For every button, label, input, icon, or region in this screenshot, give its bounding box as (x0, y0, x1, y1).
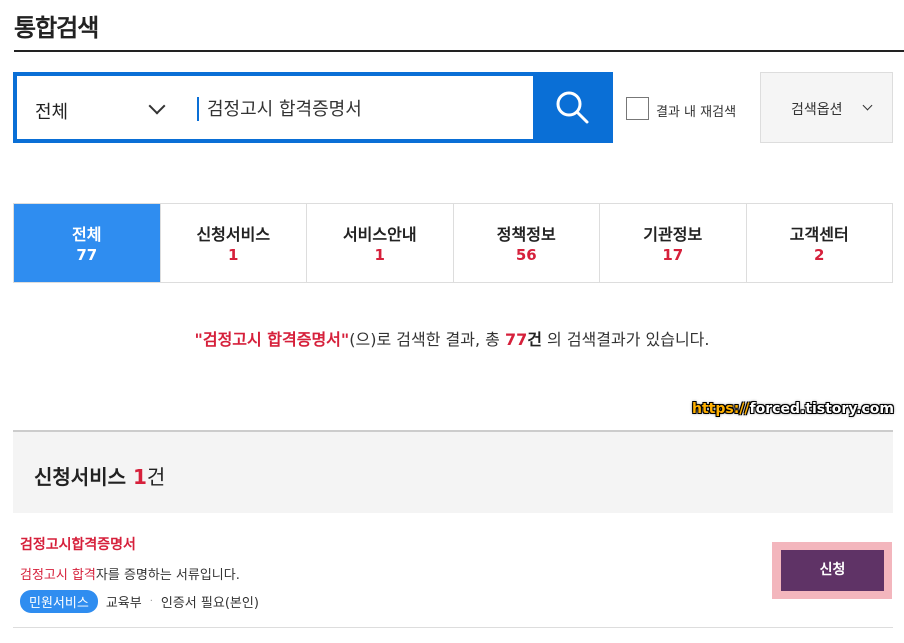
section-title: 신청서비스 1건 (34, 461, 165, 490)
search-input[interactable] (207, 90, 527, 126)
chevron-down-icon (862, 100, 873, 111)
section-title-label: 신청서비스 (34, 465, 126, 489)
result-item: 검정고시합격증명서 검정고시 합격자를 증명하는 서류입니다. 민원서비스 교육… (13, 514, 893, 628)
scope-select-value: 전체 (35, 102, 69, 123)
chevron-down-icon (148, 97, 166, 115)
search-button[interactable] (533, 72, 613, 143)
title-divider (14, 50, 904, 52)
search-divider (197, 97, 199, 121)
page: 통합검색 전체 결과 내 재검색 검색옵션 전체 77 (0, 0, 904, 643)
tab-count: 2 (814, 246, 825, 264)
tab-label: 정책정보 (496, 225, 556, 244)
tab-label: 서비스안내 (342, 225, 417, 244)
watermark-prefix: https:// (692, 401, 750, 417)
category-badge: 민원서비스 (20, 589, 98, 613)
tab-label: 기관정보 (643, 225, 703, 244)
tab-count: 1 (374, 246, 385, 264)
result-summary: "검정고시 합격증명서"(으)로 검색한 결과, 총 77건 의 검색결과가 있… (0, 326, 904, 350)
section-count-unit: 건 (146, 465, 166, 489)
tab-count: 17 (662, 246, 684, 264)
result-desc-text: 자를 증명하는 서류입니다. (95, 568, 240, 583)
agency-label: 교육부 (105, 595, 142, 611)
section-count: 1 (132, 465, 147, 489)
search-field-container: 전체 (17, 76, 533, 139)
tab-all[interactable]: 전체 77 (14, 204, 161, 282)
auth-requirement: 인증서 필요(본인) (160, 595, 259, 611)
meta-separator: · (149, 595, 153, 607)
watermark: https://forced.tistory.com (692, 401, 894, 417)
refine-search-checkbox[interactable] (626, 97, 649, 120)
tab-label: 전체 (72, 225, 102, 244)
summary-text-end: 의 검색결과가 있습니다. (541, 330, 710, 349)
tab-service-guide[interactable]: 서비스안내 1 (307, 204, 454, 282)
tab-count: 77 (76, 246, 98, 264)
tab-policy-info[interactable]: 정책정보 56 (454, 204, 600, 282)
scope-select[interactable]: 전체 (17, 76, 197, 139)
search-icon (556, 91, 589, 124)
result-description: 검정고시 합격자를 증명하는 서류입니다. (20, 564, 240, 583)
search-bar: 전체 (13, 72, 613, 143)
apply-button[interactable]: 신청 (781, 550, 884, 591)
watermark-domain: forced.tistory.com (749, 401, 894, 417)
tab-agency-info[interactable]: 기관정보 17 (600, 204, 747, 282)
tab-customer-center[interactable]: 고객센터 2 (747, 204, 893, 282)
tab-application-services[interactable]: 신청서비스 1 (161, 204, 307, 282)
tab-label: 신청서비스 (196, 225, 271, 244)
summary-text: (으)로 검색한 결과, 총 (349, 330, 505, 349)
summary-unit: 건 (527, 330, 542, 349)
section-header: 신청서비스 1건 (13, 430, 893, 513)
result-title-link[interactable]: 검정고시합격증명서 (20, 534, 136, 554)
tab-label: 고객센터 (789, 225, 849, 244)
result-desc-highlight: 검정고시 합격 (20, 568, 96, 583)
search-options-button[interactable]: 검색옵션 (760, 72, 893, 143)
apply-button-highlight: 신청 (772, 542, 892, 599)
tab-count: 1 (228, 246, 239, 264)
result-meta: 민원서비스 교육부 · 인증서 필요(본인) (20, 589, 259, 613)
summary-count: 77 (504, 330, 528, 349)
refine-search-label[interactable]: 결과 내 재검색 (656, 101, 736, 120)
summary-keyword: "검정고시 합격증명서" (194, 330, 350, 349)
search-options-label: 검색옵션 (791, 102, 843, 118)
page-title: 통합검색 (14, 14, 99, 42)
tab-count: 56 (515, 246, 537, 264)
category-tabs: 전체 77 신청서비스 1 서비스안내 1 정책정보 56 기관정보 17 고객… (13, 203, 893, 283)
